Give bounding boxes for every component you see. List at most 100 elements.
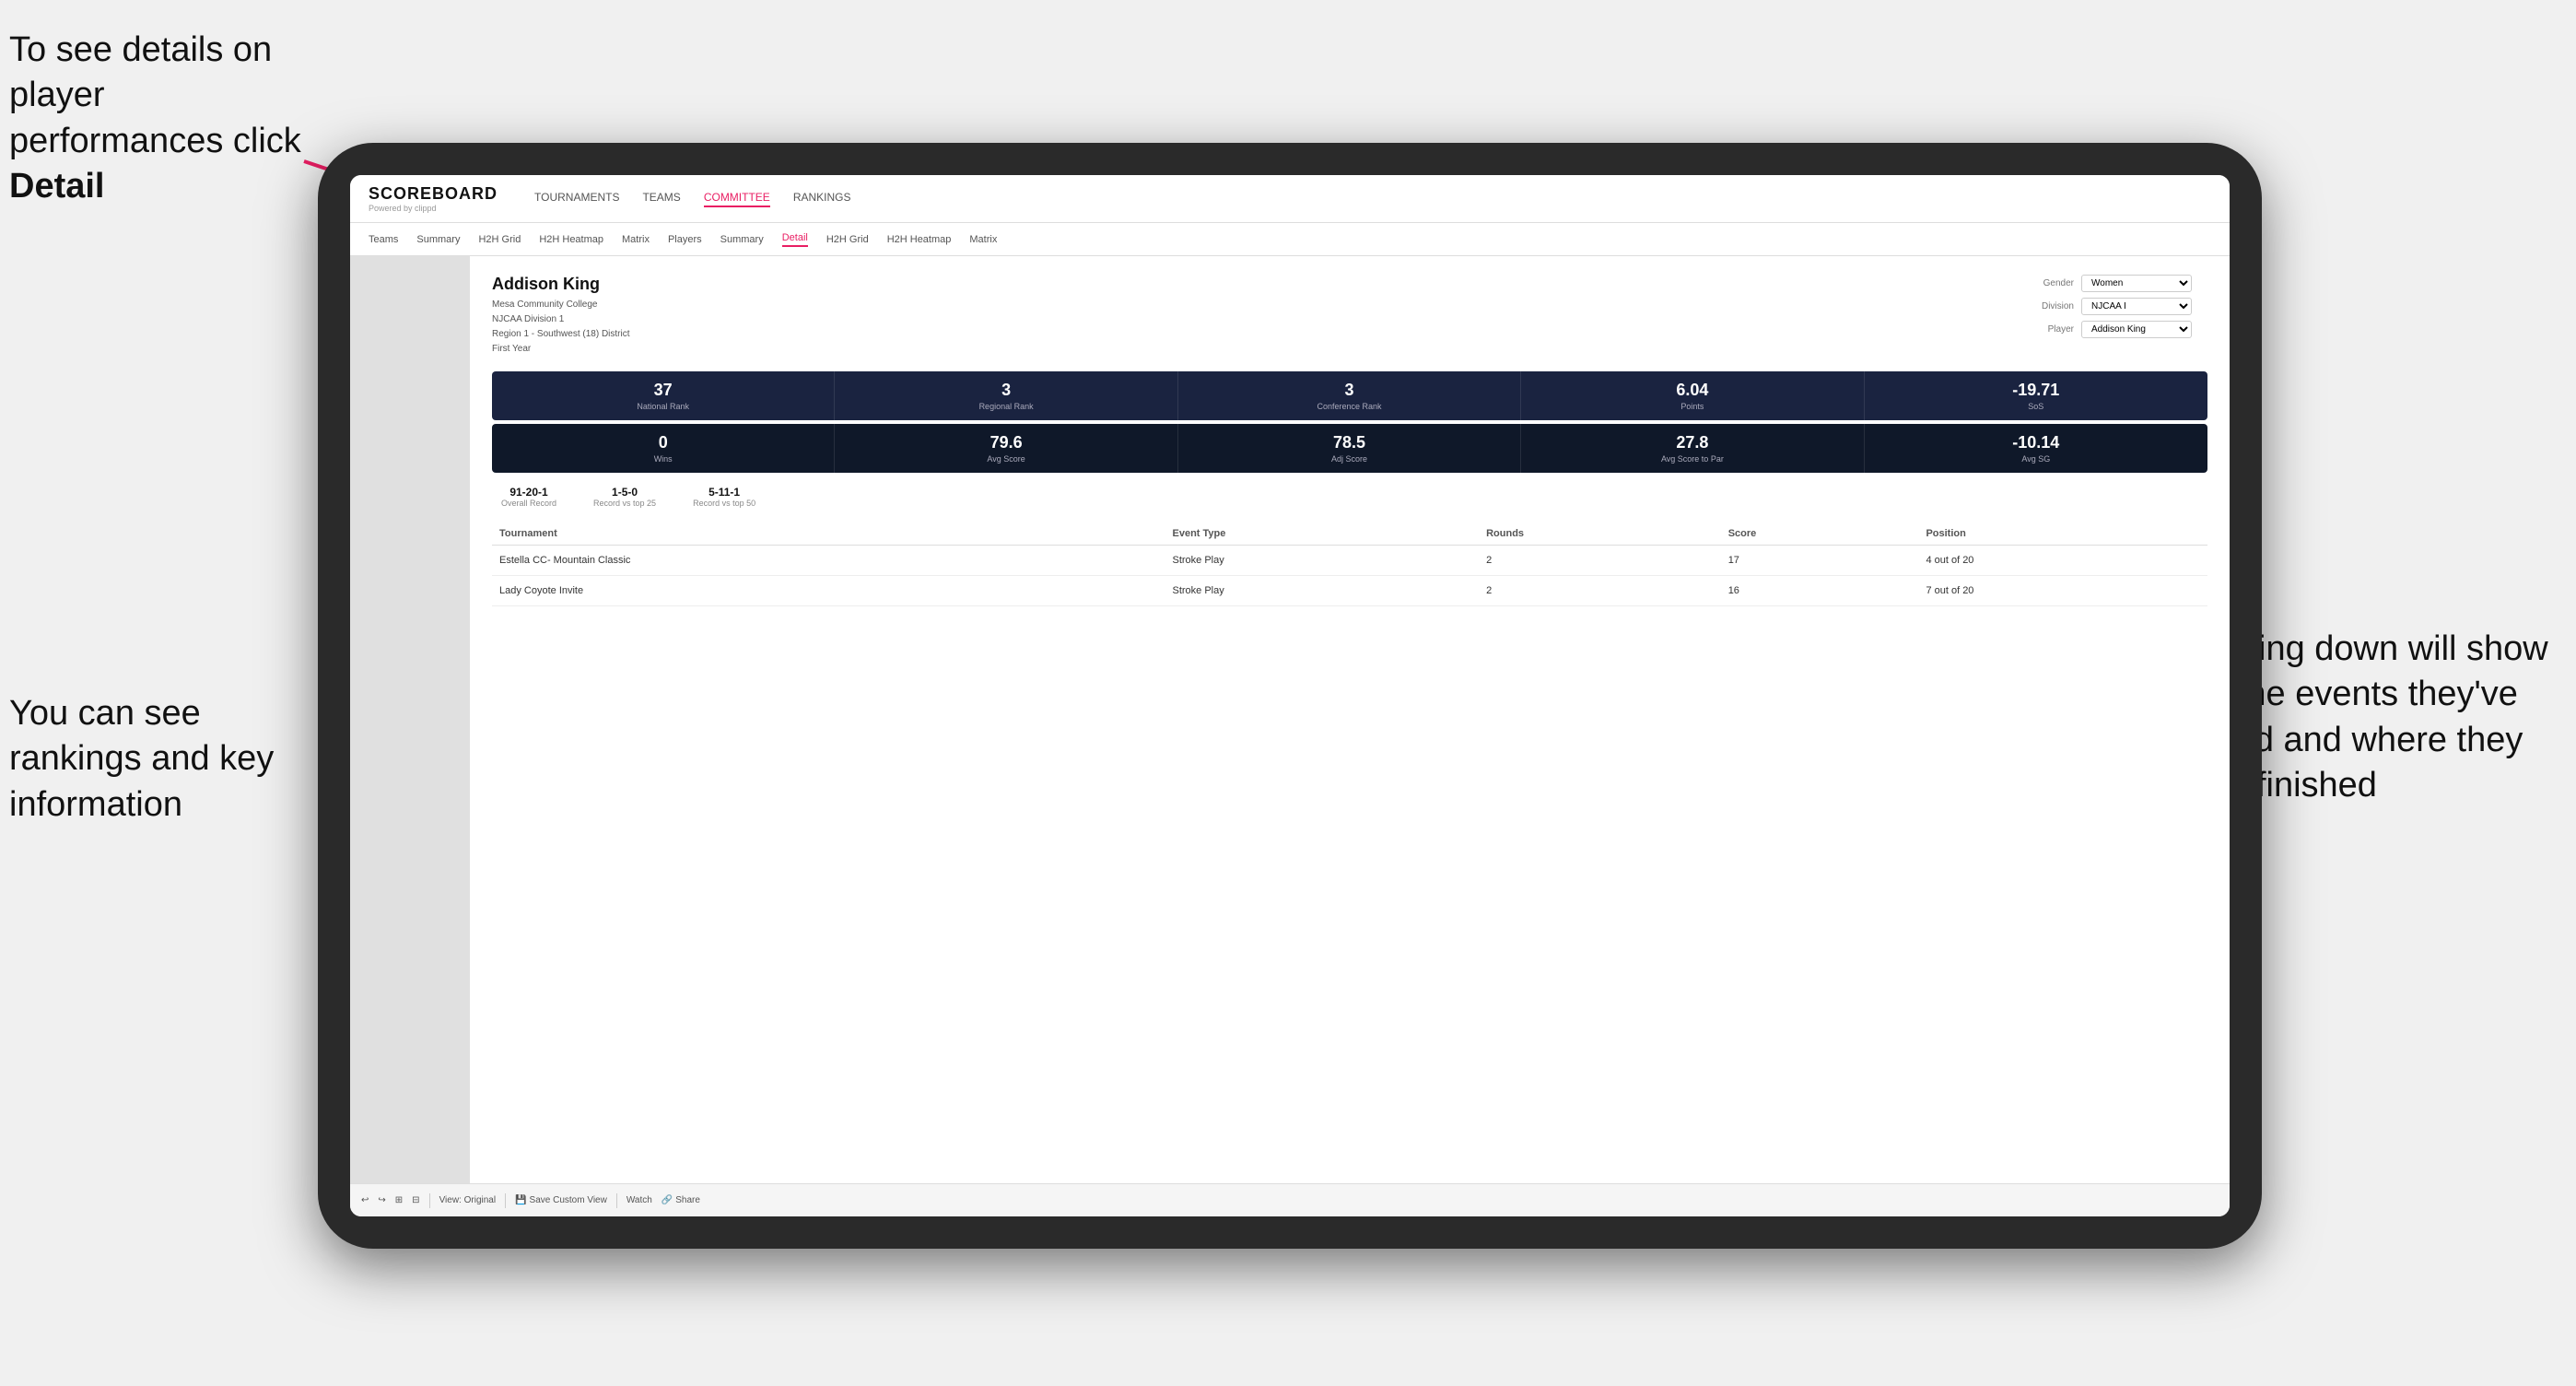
- nav-tournaments[interactable]: TOURNAMENTS: [534, 191, 619, 207]
- stat-avg-score-label: Avg Score: [842, 454, 1169, 464]
- division-select[interactable]: NJCAA I: [2081, 298, 2192, 315]
- logo-sub: Powered by clippd: [369, 204, 498, 213]
- player-name: Addison King: [492, 275, 630, 294]
- division-row: Division NJCAA I: [2023, 298, 2207, 315]
- nav-items: TOURNAMENTS TEAMS COMMITTEE RANKINGS: [534, 191, 850, 207]
- row2-event-type: Stroke Play: [1165, 576, 1480, 606]
- row2-score: 16: [1721, 576, 1919, 606]
- row1-rounds: 2: [1479, 546, 1721, 576]
- view-original-label: View: Original: [439, 1195, 497, 1205]
- main-content: Addison King Mesa Community College NJCA…: [350, 256, 2230, 1183]
- player-header: Addison King Mesa Community College NJCA…: [492, 275, 2207, 357]
- player-select[interactable]: Addison King: [2081, 321, 2192, 338]
- nav-teams[interactable]: TEAMS: [642, 191, 680, 207]
- record-top25: 1-5-0 Record vs top 25: [593, 486, 656, 508]
- col-rounds: Rounds: [1479, 523, 1721, 546]
- stat-conference-rank-value: 3: [1186, 381, 1513, 400]
- tournament-table: Tournament Event Type Rounds Score Posit…: [492, 523, 2207, 606]
- row1-event-type: Stroke Play: [1165, 546, 1480, 576]
- col-position: Position: [1918, 523, 2207, 546]
- row1-score: 17: [1721, 546, 1919, 576]
- bottom-toolbar: ↩ ↪ ⊞ ⊟ View: Original 💾 Save Custom Vie…: [350, 1183, 2230, 1216]
- nav-committee[interactable]: COMMITTEE: [704, 191, 770, 207]
- col-score: Score: [1721, 523, 1919, 546]
- save-custom-label: Save Custom View: [530, 1195, 607, 1205]
- stat-wins-value: 0: [499, 433, 826, 452]
- toolbar-redo[interactable]: ↪: [378, 1195, 385, 1205]
- division-label: Division: [2023, 301, 2074, 311]
- stat-national-rank-label: National Rank: [499, 402, 826, 411]
- stat-national-rank-value: 37: [499, 381, 826, 400]
- subnav-teams[interactable]: Teams: [369, 234, 398, 245]
- toolbar-undo[interactable]: ↩: [361, 1195, 369, 1205]
- stat-points-label: Points: [1528, 402, 1856, 411]
- subnav-players[interactable]: Players: [668, 234, 702, 245]
- subnav-summary2[interactable]: Summary: [720, 234, 764, 245]
- sidebar: [350, 256, 470, 1183]
- player-label: Player: [2023, 324, 2074, 335]
- player-school: Mesa Community College: [492, 300, 598, 310]
- col-tournament: Tournament: [492, 523, 1165, 546]
- subnav-detail[interactable]: Detail: [782, 232, 808, 247]
- tablet-device: SCOREBOARD Powered by clippd TOURNAMENTS…: [318, 143, 2262, 1249]
- record-top50: 5-11-1 Record vs top 50: [693, 486, 755, 508]
- detail-emphasis: Detail: [9, 167, 104, 206]
- subnav-h2h-grid2[interactable]: H2H Grid: [826, 234, 869, 245]
- annotation-bottom-left: You can see rankings and key information: [9, 691, 341, 828]
- stats-grid-row2: 0 Wins 79.6 Avg Score 78.5 Adj Score 2: [492, 424, 2207, 473]
- row1-position: 4 out of 20: [1918, 546, 2207, 576]
- gender-row: Gender Women: [2023, 275, 2207, 292]
- subnav-h2h-heatmap[interactable]: H2H Heatmap: [539, 234, 603, 245]
- subnav-matrix[interactable]: Matrix: [622, 234, 650, 245]
- stat-points-value: 6.04: [1528, 381, 1856, 400]
- stat-conference-rank-label: Conference Rank: [1186, 402, 1513, 411]
- stat-avg-score-value: 79.6: [842, 433, 1169, 452]
- stat-adj-score-label: Adj Score: [1186, 454, 1513, 464]
- subnav-summary[interactable]: Summary: [416, 234, 460, 245]
- toolbar-share[interactable]: 🔗 Share: [662, 1195, 700, 1205]
- gender-label: Gender: [2023, 278, 2074, 288]
- stat-adj-score: 78.5 Adj Score: [1178, 424, 1521, 473]
- detail-panel: Addison King Mesa Community College NJCA…: [470, 256, 2230, 1183]
- toolbar-sep2: [505, 1193, 506, 1208]
- records-row: 91-20-1 Overall Record 1-5-0 Record vs t…: [492, 486, 2207, 508]
- table-row: Estella CC- Mountain Classic Stroke Play…: [492, 546, 2207, 576]
- toolbar-icon1[interactable]: ⊞: [395, 1195, 403, 1205]
- subnav-matrix2[interactable]: Matrix: [969, 234, 997, 245]
- player-selectors: Gender Women Division NJCAA I: [2023, 275, 2207, 338]
- record-top50-value: 5-11-1: [693, 486, 755, 499]
- stat-sos-value: -19.71: [1872, 381, 2200, 400]
- toolbar-icon2[interactable]: ⊟: [412, 1195, 419, 1205]
- tablet-screen: SCOREBOARD Powered by clippd TOURNAMENTS…: [350, 175, 2230, 1216]
- player-region: Region 1 - Southwest (18) District: [492, 329, 630, 339]
- toolbar-view-original[interactable]: View: Original: [439, 1195, 497, 1205]
- nav-rankings[interactable]: RANKINGS: [793, 191, 851, 207]
- toolbar-save-custom[interactable]: 💾 Save Custom View: [515, 1195, 607, 1205]
- player-row: Player Addison King: [2023, 321, 2207, 338]
- toolbar-sep3: [616, 1193, 617, 1208]
- stat-avg-sg-label: Avg SG: [1872, 454, 2200, 464]
- col-event-type: Event Type: [1165, 523, 1480, 546]
- record-top25-label: Record vs top 25: [593, 499, 656, 508]
- record-overall-label: Overall Record: [501, 499, 556, 508]
- stat-avg-to-par-label: Avg Score to Par: [1528, 454, 1856, 464]
- share-label: Share: [675, 1195, 700, 1205]
- stat-avg-to-par: 27.8 Avg Score to Par: [1521, 424, 1864, 473]
- stat-conference-rank: 3 Conference Rank: [1178, 371, 1521, 420]
- annotation-top-left: To see details on player performances cl…: [9, 28, 322, 210]
- record-top50-label: Record vs top 50: [693, 499, 755, 508]
- stat-regional-rank: 3 Regional Rank: [835, 371, 1177, 420]
- player-division: NJCAA Division 1: [492, 314, 564, 324]
- stat-wins-label: Wins: [499, 454, 826, 464]
- record-overall: 91-20-1 Overall Record: [501, 486, 556, 508]
- stat-adj-score-value: 78.5: [1186, 433, 1513, 452]
- record-top25-value: 1-5-0: [593, 486, 656, 499]
- gender-select[interactable]: Women: [2081, 275, 2192, 292]
- save-custom-icon: 💾: [515, 1195, 526, 1205]
- subnav-h2h-heatmap2[interactable]: H2H Heatmap: [887, 234, 952, 245]
- stat-national-rank: 37 National Rank: [492, 371, 835, 420]
- subnav-h2h-grid[interactable]: H2H Grid: [478, 234, 521, 245]
- row2-position: 7 out of 20: [1918, 576, 2207, 606]
- toolbar-watch[interactable]: Watch: [626, 1195, 652, 1205]
- row2-rounds: 2: [1479, 576, 1721, 606]
